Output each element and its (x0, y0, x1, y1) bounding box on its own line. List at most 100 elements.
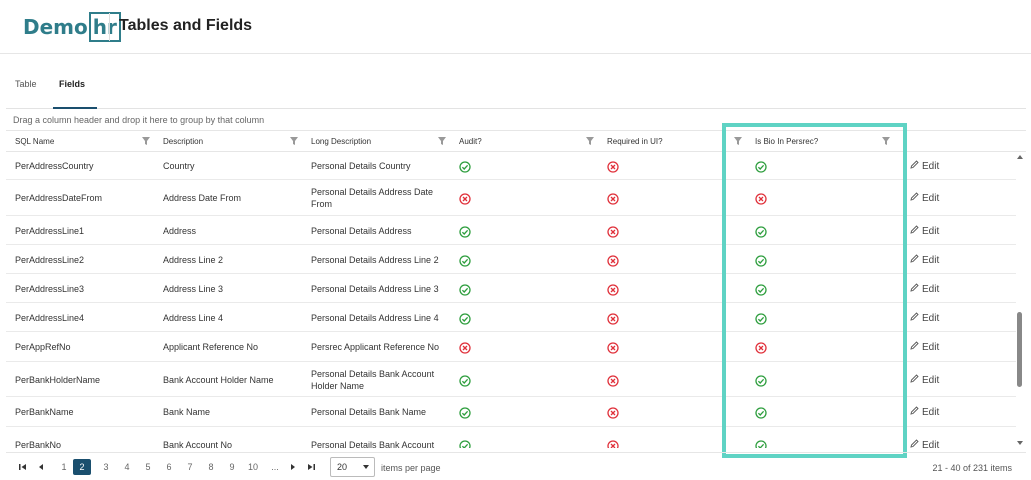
previous-page-icon[interactable] (34, 459, 48, 475)
page-number-button[interactable]: 1 (57, 459, 71, 475)
sql-name-cell: PerAddressLine2 (15, 255, 85, 265)
edit-button[interactable]: Edit (910, 283, 939, 295)
grid-scrollbar[interactable] (1016, 152, 1024, 448)
filter-icon[interactable] (586, 137, 594, 145)
check-circle-icon (755, 160, 767, 173)
check-circle-icon (459, 160, 471, 173)
x-circle-icon (607, 312, 619, 325)
column-header-description[interactable]: Description (154, 131, 203, 153)
long-description-cell: Personal Details Bank Account Holder Nam… (311, 369, 435, 391)
page-number-button[interactable]: 2 (73, 459, 91, 475)
table-row[interactable]: PerBankHolderName Bank Account Holder Nam… (6, 362, 1016, 397)
next-page-icon[interactable] (286, 459, 300, 475)
long-description-cell: Personal Details Bank Account (311, 440, 435, 448)
page-number-button[interactable]: 9 (225, 459, 239, 475)
scroll-down-arrow-icon[interactable] (1017, 441, 1023, 445)
x-circle-icon (755, 192, 767, 205)
edit-label: Edit (922, 312, 940, 324)
column-header-required-in-ui[interactable]: Required in UI? (598, 131, 663, 153)
last-page-icon[interactable] (304, 459, 318, 475)
sql-name-cell: PerAddressLine3 (15, 284, 85, 294)
x-circle-icon (607, 439, 619, 448)
x-circle-icon (607, 406, 619, 419)
edit-button[interactable]: Edit (910, 312, 939, 324)
table-row[interactable]: PerAddressLine3 Address Line 3 Personal De… (6, 274, 1016, 303)
page-number-button[interactable]: 6 (162, 459, 176, 475)
column-header-long-description[interactable]: Long Description (302, 131, 371, 153)
logo-text: Demo (23, 15, 88, 39)
edit-button[interactable]: Edit (910, 439, 939, 448)
scroll-up-arrow-icon[interactable] (1017, 155, 1023, 159)
sql-name-cell: PerAppRefNo (15, 342, 71, 352)
edit-button[interactable]: Edit (910, 254, 939, 266)
filter-icon[interactable] (438, 137, 446, 145)
first-page-icon[interactable] (16, 459, 30, 475)
pencil-icon (910, 312, 919, 324)
edit-button[interactable]: Edit (910, 341, 939, 353)
table-row[interactable]: PerAddressLine2 Address Line 2 Personal De… (6, 245, 1016, 274)
tab-fields[interactable]: Fields (59, 79, 85, 89)
check-circle-icon (459, 254, 471, 267)
edit-button[interactable]: Edit (910, 374, 939, 386)
tab-table[interactable]: Table (15, 79, 37, 89)
description-cell: Address (163, 226, 197, 236)
long-description-cell: Personal Details Address Date From (311, 187, 434, 209)
filter-icon[interactable] (734, 137, 742, 145)
chevron-down-icon (363, 465, 369, 469)
app-header: Demo hr Tables and Fields (0, 0, 1031, 54)
description-cell: Address Line 2 (163, 255, 224, 265)
page-number-button[interactable]: 4 (120, 459, 134, 475)
page-number-button[interactable]: 8 (204, 459, 218, 475)
table-row[interactable]: PerBankName Bank Name Personal Details Ban… (6, 397, 1016, 427)
filter-icon[interactable] (290, 137, 298, 145)
long-description-cell: Personal Details Country (311, 161, 411, 171)
edit-label: Edit (922, 254, 940, 266)
description-cell: Country (163, 161, 195, 171)
pencil-icon (910, 254, 919, 266)
check-circle-icon (755, 254, 767, 267)
edit-button[interactable]: Edit (910, 225, 939, 237)
column-header-audit[interactable]: Audit? (450, 131, 482, 153)
table-row[interactable]: PerBankNo Bank Account No Personal Details… (6, 427, 1016, 448)
page-ellipsis[interactable]: ... (268, 459, 282, 475)
description-cell: Address Line 4 (163, 313, 224, 323)
description-cell: Bank Account Holder Name (163, 375, 274, 385)
page-size-value: 20 (337, 462, 348, 472)
edit-button[interactable]: Edit (910, 406, 939, 418)
edit-button[interactable]: Edit (910, 192, 939, 204)
pencil-icon (910, 439, 919, 448)
x-circle-icon (459, 341, 471, 354)
app-logo[interactable]: Demo hr (23, 12, 121, 42)
table-row[interactable]: PerAddressCountry Country Personal Details… (6, 152, 1016, 180)
sql-name-cell: PerBankNo (15, 440, 62, 448)
long-description-cell: Persrec Applicant Reference No (311, 342, 440, 352)
page-number-button[interactable]: 7 (183, 459, 197, 475)
page-number-button[interactable]: 10 (246, 459, 260, 475)
filter-icon[interactable] (882, 137, 890, 145)
group-drop-zone[interactable]: Drag a column header and drop it here to… (6, 110, 1026, 130)
edit-label: Edit (922, 160, 940, 172)
grid-body: PerAddressCountry Country Personal Details… (6, 152, 1016, 448)
scroll-thumb[interactable] (1017, 312, 1022, 387)
check-circle-icon (459, 283, 471, 296)
page-number-button[interactable]: 3 (99, 459, 113, 475)
page-number-button[interactable]: 5 (141, 459, 155, 475)
table-row[interactable]: PerAddressDateFrom Address Date From Perso… (6, 180, 1016, 216)
sql-name-cell: PerAddressLine4 (15, 313, 85, 323)
x-circle-icon (607, 254, 619, 267)
column-header-sql-name[interactable]: SQL Name (6, 131, 54, 153)
table-row[interactable]: PerAppRefNo Applicant Reference No Persrec… (6, 332, 1016, 362)
page-size-select[interactable]: 20 (330, 457, 375, 477)
check-circle-icon (755, 312, 767, 325)
filter-icon[interactable] (142, 137, 150, 145)
sql-name-cell: PerAddressCountry (15, 161, 94, 171)
edit-button[interactable]: Edit (910, 160, 939, 172)
check-circle-icon (755, 439, 767, 448)
column-header-is-bio-in-persrec[interactable]: Is Bio In Persrec? (746, 131, 818, 153)
table-row[interactable]: PerAddressLine4 Address Line 4 Personal De… (6, 303, 1016, 332)
check-circle-icon (459, 312, 471, 325)
table-row[interactable]: PerAddressLine1 Address Personal Details A… (6, 216, 1016, 245)
x-circle-icon (607, 283, 619, 296)
sql-name-cell: PerAddressDateFrom (15, 193, 103, 203)
pencil-icon (910, 225, 919, 237)
